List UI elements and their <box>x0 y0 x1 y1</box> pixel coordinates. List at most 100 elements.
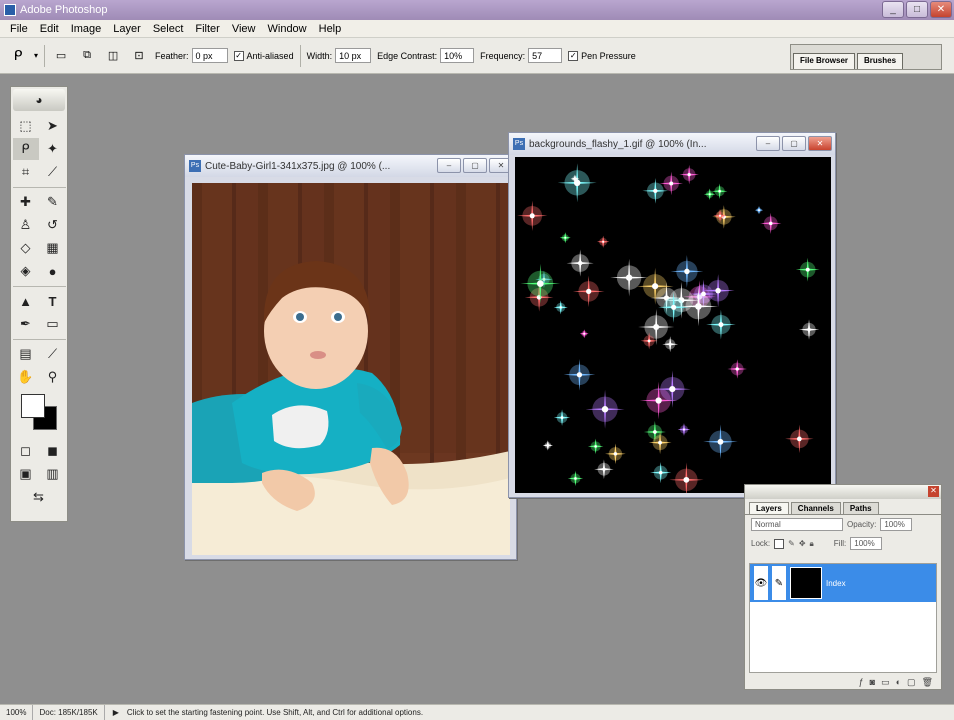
sparkle-core <box>669 181 674 186</box>
add-to-selection-icon[interactable]: ⧉ <box>77 46 97 66</box>
jump-to-imageready-icon[interactable]: ⇆ <box>13 486 65 508</box>
move-tool-icon[interactable]: ➤ <box>40 115 66 137</box>
menu-filter[interactable]: Filter <box>189 23 225 35</box>
lock-move-icon[interactable]: ✥ <box>799 539 806 548</box>
tab-channels[interactable]: Channels <box>790 502 841 514</box>
edge-contrast-input[interactable]: 10% <box>440 48 475 63</box>
menu-edit[interactable]: Edit <box>34 23 65 35</box>
doc-minimize-button[interactable]: – <box>756 136 780 151</box>
feather-input[interactable]: 0 px <box>191 48 228 63</box>
menu-window[interactable]: Window <box>262 23 313 35</box>
anti-aliased-checkbox[interactable]: ✓ <box>233 50 244 61</box>
layer-mask-icon[interactable]: ◙ <box>870 677 875 687</box>
clone-stamp-icon[interactable]: ♙ <box>13 214 39 236</box>
standard-mode-icon[interactable]: ◻ <box>13 440 39 462</box>
frequency-input[interactable]: 57 <box>528 48 563 63</box>
pen-pressure-checkbox[interactable]: ✓ <box>568 50 579 61</box>
sparkle-canvas[interactable] <box>515 157 831 493</box>
menu-help[interactable]: Help <box>313 23 348 35</box>
foreground-color-swatch[interactable] <box>21 394 45 418</box>
document-title-bar[interactable]: Ps backgrounds_flashy_1.gif @ 100% (In..… <box>509 133 835 155</box>
sparkle-core <box>718 189 721 193</box>
palette-close-icon[interactable]: ✕ <box>928 486 939 497</box>
opacity-input[interactable]: 100% <box>880 518 913 531</box>
layer-set-icon[interactable]: ▭ <box>881 677 890 688</box>
full-screen-icon[interactable]: ▥ <box>40 463 66 485</box>
options-separator <box>44 44 46 67</box>
layer-list: 👁︎ ✎ Index <box>749 563 937 673</box>
shape-tool-icon[interactable]: ▭ <box>40 313 66 335</box>
crop-tool-icon[interactable]: ⌗ <box>13 161 39 183</box>
gradient-tool-icon[interactable]: ▦ <box>40 237 66 259</box>
new-selection-icon[interactable]: ▭ <box>51 46 71 66</box>
tool-separator <box>12 283 66 287</box>
doc-minimize-button[interactable]: – <box>437 158 461 173</box>
dodge-tool-icon[interactable]: ● <box>40 260 66 282</box>
hand-tool-icon[interactable]: ✋ <box>13 366 39 388</box>
palette-title-bar[interactable]: ✕ <box>745 485 941 499</box>
intersect-selection-icon[interactable]: ⊡ <box>129 46 149 66</box>
menu-image[interactable]: Image <box>65 23 108 35</box>
marquee-tool-icon[interactable]: ⬚ <box>13 115 39 137</box>
tab-paths[interactable]: Paths <box>842 502 879 514</box>
lock-brush-icon[interactable]: ✎ <box>788 539 795 548</box>
document-title-bar[interactable]: Ps Cute-Baby-Girl1-341x375.jpg @ 100% (.… <box>185 155 516 177</box>
status-arrow-icon[interactable]: ▶ <box>105 708 127 717</box>
minimize-button[interactable]: _ <box>882 1 904 18</box>
sparkle-core <box>602 467 606 471</box>
doc-close-button[interactable]: ✕ <box>808 136 832 151</box>
frequency-label: Frequency: <box>480 50 526 61</box>
subtract-from-selection-icon[interactable]: ◫ <box>103 46 123 66</box>
type-tool-icon[interactable]: T <box>40 290 66 312</box>
pen-tool-icon[interactable]: ✒ <box>13 313 39 335</box>
slice-tool-icon[interactable]: ⟋ <box>40 161 66 183</box>
tool-preset-dropdown-icon[interactable]: ▾ <box>34 51 38 60</box>
history-brush-icon[interactable]: ↺ <box>40 214 66 236</box>
layer-row[interactable]: 👁︎ ✎ Index <box>750 564 936 602</box>
layer-name[interactable]: Index <box>826 579 846 588</box>
doc-maximize-button[interactable]: ▢ <box>782 136 806 151</box>
menu-view[interactable]: View <box>226 23 262 35</box>
menu-file[interactable]: File <box>4 23 34 35</box>
path-selection-icon[interactable]: ▲ <box>13 290 39 312</box>
baby-photo-canvas[interactable] <box>192 183 510 555</box>
baby-photo <box>192 183 510 555</box>
blend-mode-select[interactable]: Normal <box>751 518 843 531</box>
document-window-sparkle[interactable]: Ps backgrounds_flashy_1.gif @ 100% (In..… <box>508 132 836 498</box>
notes-tool-icon[interactable]: ▤ <box>13 343 39 365</box>
zoom-tool-icon[interactable]: ⚲ <box>40 366 66 388</box>
magic-wand-icon[interactable]: ✦ <box>40 138 66 160</box>
adjustment-layer-icon[interactable]: ◐ <box>896 677 901 687</box>
visibility-eye-icon[interactable]: 👁︎ <box>754 566 768 600</box>
eyedropper-icon[interactable]: ⟋ <box>40 343 66 365</box>
maximize-button[interactable]: □ <box>906 1 928 18</box>
lock-all-icon[interactable]: 🔒︎ <box>810 539 814 549</box>
delete-layer-icon[interactable]: 🗑︎ <box>922 677 933 688</box>
fill-input[interactable]: 100% <box>850 537 883 550</box>
tab-layers[interactable]: Layers <box>749 502 789 514</box>
lock-transparency-checkbox[interactable] <box>774 538 785 549</box>
document-window-baby[interactable]: Ps Cute-Baby-Girl1-341x375.jpg @ 100% (.… <box>184 154 517 560</box>
brush-tool-icon[interactable]: ✎ <box>40 191 66 213</box>
zoom-level[interactable]: 100% <box>0 705 34 720</box>
file-browser-tab[interactable]: File Browser <box>793 53 856 69</box>
brushes-tab[interactable]: Brushes <box>857 53 904 69</box>
blur-tool-icon[interactable]: ◈ <box>13 260 39 282</box>
quick-mask-icon[interactable]: ◼ <box>40 440 66 462</box>
fill-label: Fill: <box>833 539 847 548</box>
adobe-online-icon[interactable]: ◕ <box>13 89 65 111</box>
menu-layer[interactable]: Layer <box>107 23 147 35</box>
layer-style-icon[interactable]: ƒ <box>859 677 864 687</box>
doc-maximize-button[interactable]: ▢ <box>463 158 487 173</box>
sparkle-core <box>658 470 663 475</box>
magnetic-lasso-tool-preset-icon[interactable]: ᑭ <box>8 46 28 66</box>
healing-brush-icon[interactable]: ✚ <box>13 191 39 213</box>
menu-select[interactable]: Select <box>147 23 190 35</box>
close-button[interactable]: ✕ <box>930 1 952 18</box>
width-input[interactable]: 10 px <box>335 48 372 63</box>
new-layer-icon[interactable]: ▢ <box>907 677 916 688</box>
sparkle-core <box>655 397 662 404</box>
eraser-tool-icon[interactable]: ◇ <box>13 237 39 259</box>
lasso-tool-icon[interactable]: ᑭ <box>12 138 39 160</box>
screen-mode-icon[interactable]: ▣ <box>13 463 39 485</box>
